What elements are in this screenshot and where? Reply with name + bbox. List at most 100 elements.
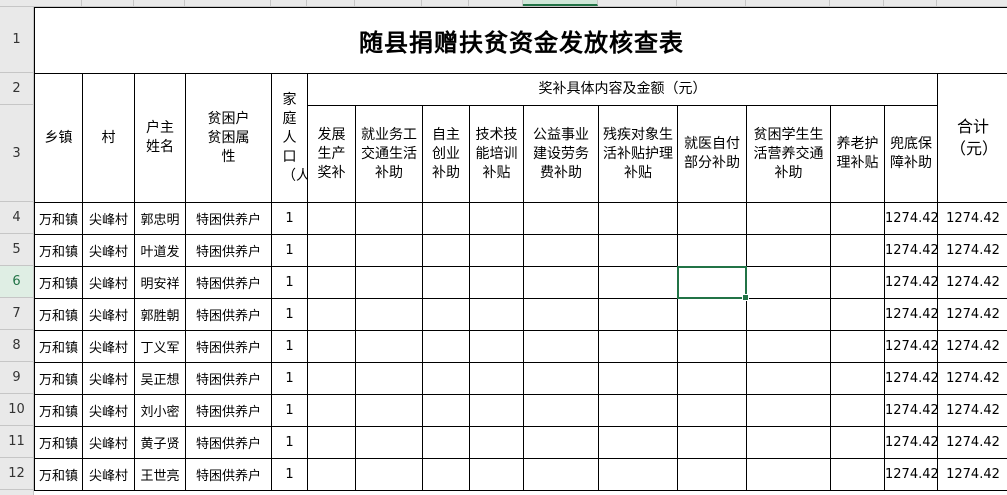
cell-subsidy-5[interactable]	[523, 234, 599, 267]
header-subsidy-6[interactable]: 残疾对象生活补贴护理补贴	[598, 105, 678, 203]
cell-poverty-attribute[interactable]: 特困供养户	[185, 394, 272, 427]
header-town[interactable]: 乡镇	[34, 73, 83, 203]
header-householder[interactable]: 户主姓名	[134, 73, 186, 203]
column-header[interactable]	[82, 0, 134, 6]
cell-family-size[interactable]: 1	[271, 298, 308, 331]
cell-village[interactable]: 尖峰村	[82, 362, 135, 395]
row-number[interactable]: 5	[0, 234, 33, 266]
cell-subsidy-10[interactable]: 1274.42	[884, 330, 938, 363]
header-subsidy-7[interactable]: 就医自付部分补助	[677, 105, 747, 203]
cell-subsidy-8[interactable]	[746, 234, 831, 267]
row-number[interactable]: 11	[0, 426, 33, 458]
column-header[interactable]	[598, 0, 677, 6]
header-subsidy-group[interactable]: 奖补具体内容及金额（元）	[307, 73, 938, 106]
row-number[interactable]: 2	[0, 73, 33, 105]
cell-householder[interactable]: 叶道发	[134, 234, 186, 267]
cell-subsidy-9[interactable]	[830, 362, 885, 395]
header-total[interactable]: 合计（元）	[937, 73, 1007, 203]
cell-subsidy-1[interactable]	[307, 362, 356, 395]
cell-poverty-attribute[interactable]: 特困供养户	[185, 234, 272, 267]
cell-poverty-attribute[interactable]: 特困供养户	[185, 266, 272, 299]
cell-subsidy-2[interactable]	[355, 330, 423, 363]
cell-village[interactable]: 尖峰村	[82, 330, 135, 363]
cell-subsidy-2[interactable]	[355, 458, 423, 491]
column-header[interactable]	[830, 0, 884, 6]
column-header[interactable]	[746, 0, 830, 6]
cell-subsidy-1[interactable]	[307, 266, 356, 299]
cell-householder[interactable]: 丁义军	[134, 330, 186, 363]
header-subsidy-9[interactable]: 养老护理补贴	[830, 105, 885, 203]
cell-total[interactable]: 1274.42	[937, 426, 1007, 459]
row-number[interactable]: 1	[0, 7, 33, 73]
cell-householder[interactable]: 郭胜朝	[134, 298, 186, 331]
cell-total[interactable]: 1274.42	[937, 458, 1007, 491]
cell-total[interactable]: 1274.42	[937, 298, 1007, 331]
cell-subsidy-9[interactable]	[830, 394, 885, 427]
cell-subsidy-5[interactable]	[523, 298, 599, 331]
cell-subsidy-5[interactable]	[523, 266, 599, 299]
header-subsidy-8[interactable]: 贫困学生生活营养交通补助	[746, 105, 831, 203]
cell-subsidy-6[interactable]	[598, 202, 678, 235]
cell-subsidy-8[interactable]	[746, 458, 831, 491]
cell-subsidy-10[interactable]: 1274.42	[884, 362, 938, 395]
cell-subsidy-3[interactable]	[422, 234, 470, 267]
cell-village[interactable]: 尖峰村	[82, 394, 135, 427]
cell-subsidy-4[interactable]	[469, 298, 524, 331]
cell-subsidy-6[interactable]	[598, 362, 678, 395]
cell-family-size[interactable]: 1	[271, 330, 308, 363]
cell-subsidy-3[interactable]	[422, 202, 470, 235]
cell-subsidy-7[interactable]	[677, 426, 747, 459]
cell-householder[interactable]: 王世亮	[134, 458, 186, 491]
cell-subsidy-3[interactable]	[422, 362, 470, 395]
cell-family-size[interactable]: 1	[271, 426, 308, 459]
cell-householder[interactable]: 明安祥	[134, 266, 186, 299]
cell-subsidy-8[interactable]	[746, 362, 831, 395]
cell-subsidy-10[interactable]: 1274.42	[884, 234, 938, 267]
row-number[interactable]: 6	[0, 266, 33, 298]
cell-subsidy-10[interactable]: 1274.42	[884, 298, 938, 331]
cell-subsidy-4[interactable]	[469, 234, 524, 267]
cell-total[interactable]: 1274.42	[937, 362, 1007, 395]
cell-subsidy-6[interactable]	[598, 234, 678, 267]
cell-town[interactable]: 万和镇	[34, 394, 83, 427]
column-header[interactable]	[271, 0, 307, 6]
header-poverty-attribute[interactable]: 贫困户贫困属性	[185, 73, 272, 203]
cell-family-size[interactable]: 1	[271, 266, 308, 299]
cell-subsidy-8[interactable]	[746, 426, 831, 459]
header-subsidy-10[interactable]: 兜底保障补助	[884, 105, 938, 203]
cell-subsidy-5[interactable]	[523, 202, 599, 235]
cell-poverty-attribute[interactable]: 特困供养户	[185, 202, 272, 235]
cell-village[interactable]: 尖峰村	[82, 426, 135, 459]
row-number[interactable]: 9	[0, 362, 33, 394]
cell-subsidy-4[interactable]	[469, 394, 524, 427]
cell-subsidy-4[interactable]	[469, 266, 524, 299]
cell-subsidy-9[interactable]	[830, 202, 885, 235]
column-header-strip[interactable]	[0, 0, 1007, 7]
cell-subsidy-4[interactable]	[469, 362, 524, 395]
cell-subsidy-7[interactable]	[677, 330, 747, 363]
header-subsidy-4[interactable]: 技术技能培训补贴	[469, 105, 524, 203]
cell-subsidy-7[interactable]	[677, 298, 747, 331]
cell-subsidy-10[interactable]: 1274.42	[884, 394, 938, 427]
cell-subsidy-2[interactable]	[355, 266, 423, 299]
header-family-size[interactable]: 家庭人口（人）	[271, 73, 308, 203]
column-header[interactable]	[134, 0, 185, 6]
column-header[interactable]	[185, 0, 271, 6]
column-header[interactable]	[523, 0, 598, 6]
cell-village[interactable]: 尖峰村	[82, 234, 135, 267]
cell-subsidy-9[interactable]	[830, 298, 885, 331]
cell-subsidy-2[interactable]	[355, 394, 423, 427]
column-header[interactable]	[307, 0, 355, 6]
cell-subsidy-5[interactable]	[523, 394, 599, 427]
cell-subsidy-5[interactable]	[523, 426, 599, 459]
row-number[interactable]: 10	[0, 394, 33, 426]
cell-subsidy-7[interactable]	[677, 458, 747, 491]
cell-total[interactable]: 1274.42	[937, 330, 1007, 363]
cell-subsidy-9[interactable]	[830, 426, 885, 459]
cell-subsidy-4[interactable]	[469, 330, 524, 363]
cell-subsidy-2[interactable]	[355, 362, 423, 395]
cell-subsidy-5[interactable]	[523, 458, 599, 491]
cell-subsidy-3[interactable]	[422, 330, 470, 363]
row-number[interactable]: 8	[0, 330, 33, 362]
cell-town[interactable]: 万和镇	[34, 426, 83, 459]
